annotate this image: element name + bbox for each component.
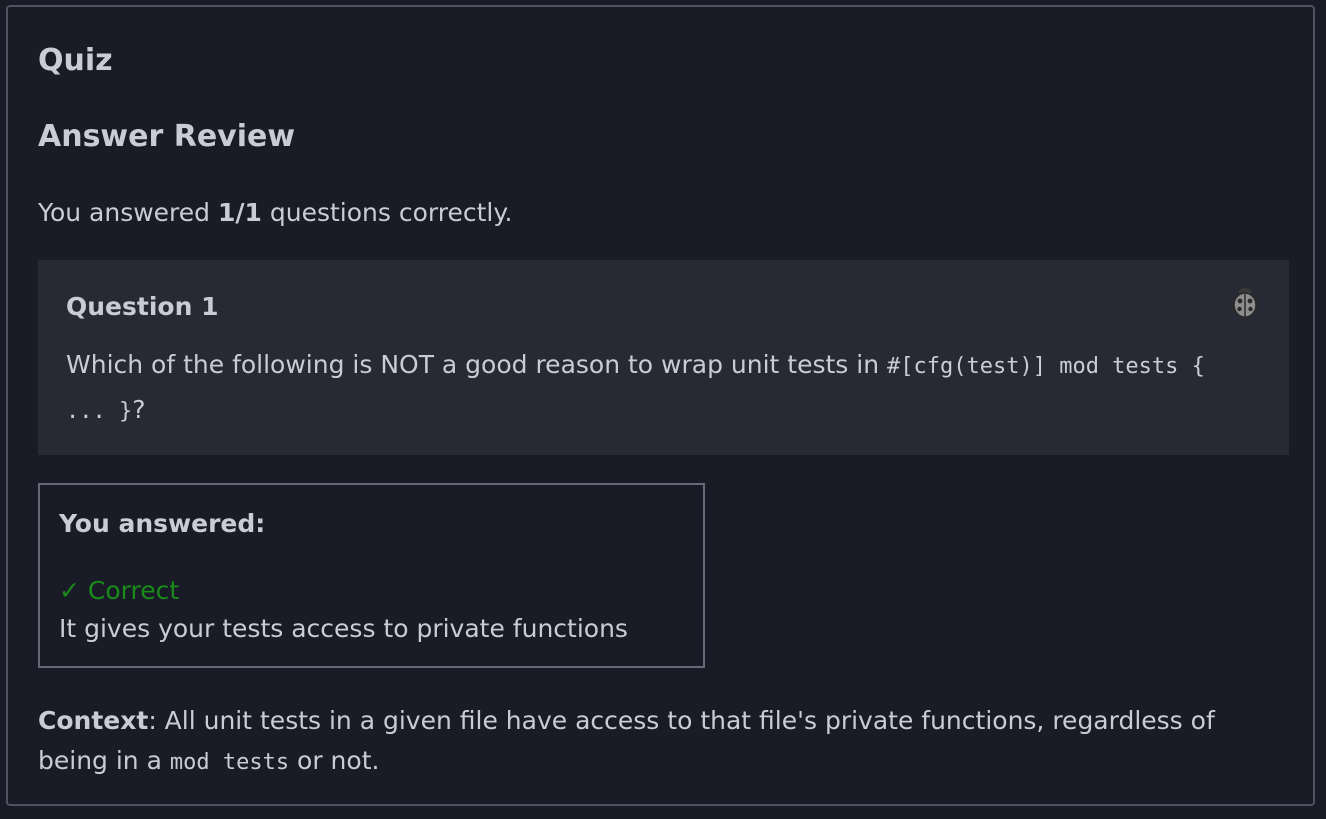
quiz-title: Quiz [38,43,113,78]
context-label: Context [38,706,149,735]
correct-label: Correct [87,576,180,605]
context-explanation: Context: All unit tests in a given file … [38,701,1278,783]
answer-card: You answered: ✓ Correct It gives your te… [38,483,705,668]
score-suffix: questions correctly. [261,198,513,227]
question-prompt: Which of the following is NOT a good rea… [66,343,1256,433]
score-value: 1/1 [217,198,262,227]
check-icon: ✓ [59,576,80,605]
score-summary: You answered 1/1 questions correctly. [38,196,513,230]
score-prefix: You answered [38,198,218,227]
question-label: Question 1 [66,292,219,321]
answer-heading: You answered: [59,509,266,538]
selected-answer: It gives your tests access to private fu… [59,614,628,643]
question-card: Question 1 Which of the following is NOT… [38,260,1289,455]
bug-icon[interactable] [1227,284,1263,320]
question-text-before: Which of the following is NOT a good rea… [66,350,888,379]
question-text-after: ? [132,395,146,424]
context-text-after: or not. [289,746,380,775]
context-code: mod tests [169,750,290,775]
answer-review-heading: Answer Review [38,119,296,154]
quiz-container: Quiz Answer Review You answered 1/1 ques… [6,5,1315,806]
correct-status: ✓ Correct [59,574,179,608]
